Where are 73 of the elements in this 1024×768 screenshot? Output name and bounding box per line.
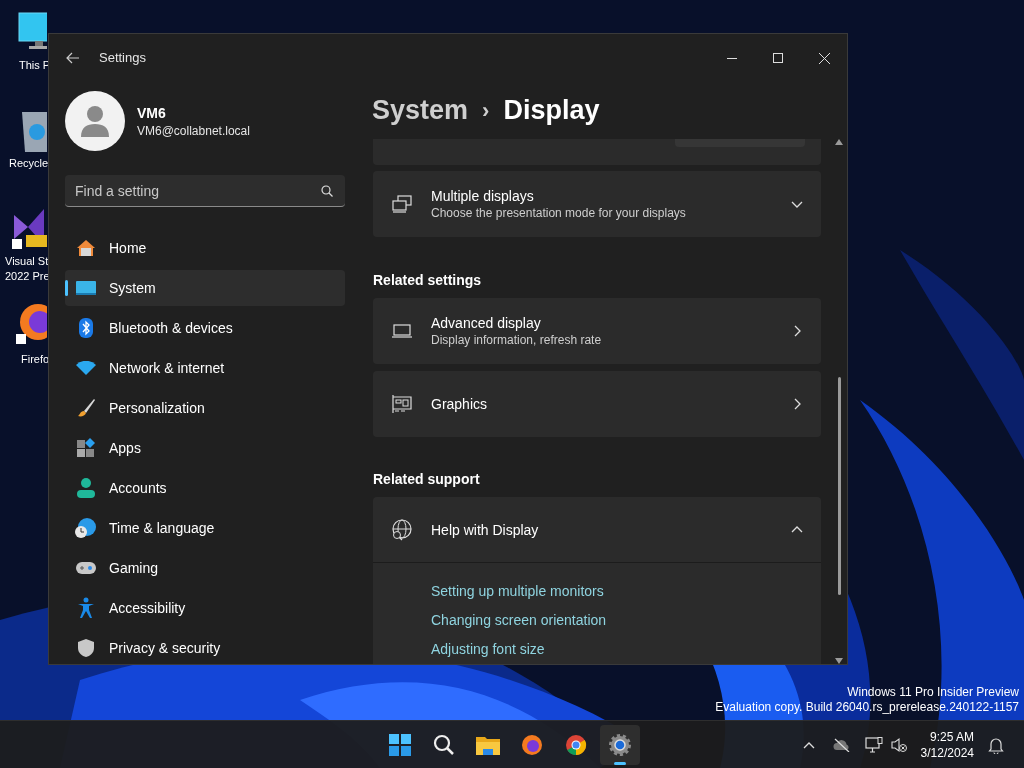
close-icon [818, 52, 830, 64]
maximize-icon [773, 53, 783, 63]
avatar [65, 91, 125, 151]
setting-row[interactable]: Advanced display Display information, refresh rate [373, 298, 821, 364]
nav-item[interactable]: Apps [65, 430, 345, 466]
nav-item[interactable]: Home [65, 230, 345, 266]
chevron-up-icon [791, 526, 803, 533]
breadcrumb-parent[interactable]: System [372, 90, 469, 131]
nav-item[interactable]: System [65, 270, 345, 306]
setting-description: Display information, refresh rate [431, 332, 603, 348]
desktop-shortcut-label: Recycle [9, 156, 49, 171]
nav-item[interactable]: Gaming [65, 550, 345, 586]
setting-title: Advanced display [431, 314, 542, 332]
folder-icon [476, 735, 500, 755]
help-link[interactable]: Changing screen orientation [431, 610, 607, 630]
nav-item[interactable]: Accessibility [65, 590, 345, 626]
nav-item[interactable]: Privacy & security [65, 630, 345, 664]
expander-header[interactable]: Multiple displays Choose the presentation mode for your displays [373, 171, 821, 237]
back-icon[interactable] [66, 52, 80, 64]
clock[interactable]: 9:25 AM 3/12/2024 [920, 729, 974, 761]
nav-icon [75, 637, 97, 659]
date-text: 3/12/2024 [920, 745, 974, 761]
search-icon [433, 734, 455, 756]
setting-title: Multiple displays [431, 187, 535, 205]
time-text: 9:25 AM [929, 729, 974, 745]
user-name: VM6 [137, 104, 167, 123]
nav-item[interactable]: Bluetooth & devices [65, 310, 345, 346]
nav-icon [75, 477, 97, 499]
start-icon [389, 734, 411, 756]
cloud-off-icon[interactable] [832, 738, 851, 752]
setting-row[interactable]: Graphics [373, 371, 821, 437]
chevron-up-icon[interactable] [802, 741, 815, 749]
setting-title: Graphics [431, 395, 489, 413]
nav-icon [75, 517, 97, 539]
nav-item[interactable]: Time & language [65, 510, 345, 546]
setting-icon [391, 518, 413, 541]
desktop-shortcut-label: Visual St [5, 254, 50, 269]
firefox-icon [521, 734, 543, 756]
minimize-icon [727, 57, 737, 59]
nav-item[interactable]: Personalization [65, 390, 345, 426]
taskbar-button[interactable] [600, 725, 640, 765]
page-title: Display [503, 94, 600, 128]
breadcrumb-separator: › [482, 97, 490, 125]
gear-icon [608, 733, 632, 757]
search-icon [321, 185, 333, 197]
notification-bell-icon[interactable] [988, 736, 1004, 754]
volume-muted-icon[interactable] [890, 737, 907, 753]
chevron-right-icon [793, 325, 801, 337]
nav-item[interactable]: Accounts [65, 470, 345, 506]
setting-description: Choose the presentation mode for your displays [431, 205, 687, 221]
help-link[interactable]: Adjusting font size [431, 639, 545, 659]
section-heading: Related support [373, 470, 481, 489]
nav-icon [75, 237, 97, 259]
scroll-up-icon[interactable] [835, 139, 843, 145]
help-link[interactable]: Setting up multiple monitors [431, 581, 604, 601]
scrollbar[interactable] [835, 139, 843, 664]
section-heading: Related settings [373, 271, 483, 290]
nav-icon [75, 437, 97, 459]
setting-title: Help with Display [431, 520, 540, 539]
nav-item[interactable]: Network & internet [65, 350, 345, 386]
scroll-down-icon[interactable] [835, 658, 843, 664]
chrome-icon [565, 734, 587, 756]
chevron-right-icon [793, 398, 801, 410]
network-icon[interactable] [864, 737, 883, 753]
user-email: VM6@collabnet.local [137, 123, 250, 139]
expander-header[interactable]: Help with Display [373, 497, 821, 563]
window-title: Settings [99, 49, 146, 68]
search-field[interactable]: Find a setting [65, 175, 345, 207]
desktop-shortcut-icon[interactable] [18, 12, 47, 50]
setting-icon [391, 193, 413, 215]
chevron-down-icon [791, 200, 803, 208]
setting-icon [391, 393, 413, 415]
desktop-shortcut-label: Firefo [21, 352, 50, 367]
